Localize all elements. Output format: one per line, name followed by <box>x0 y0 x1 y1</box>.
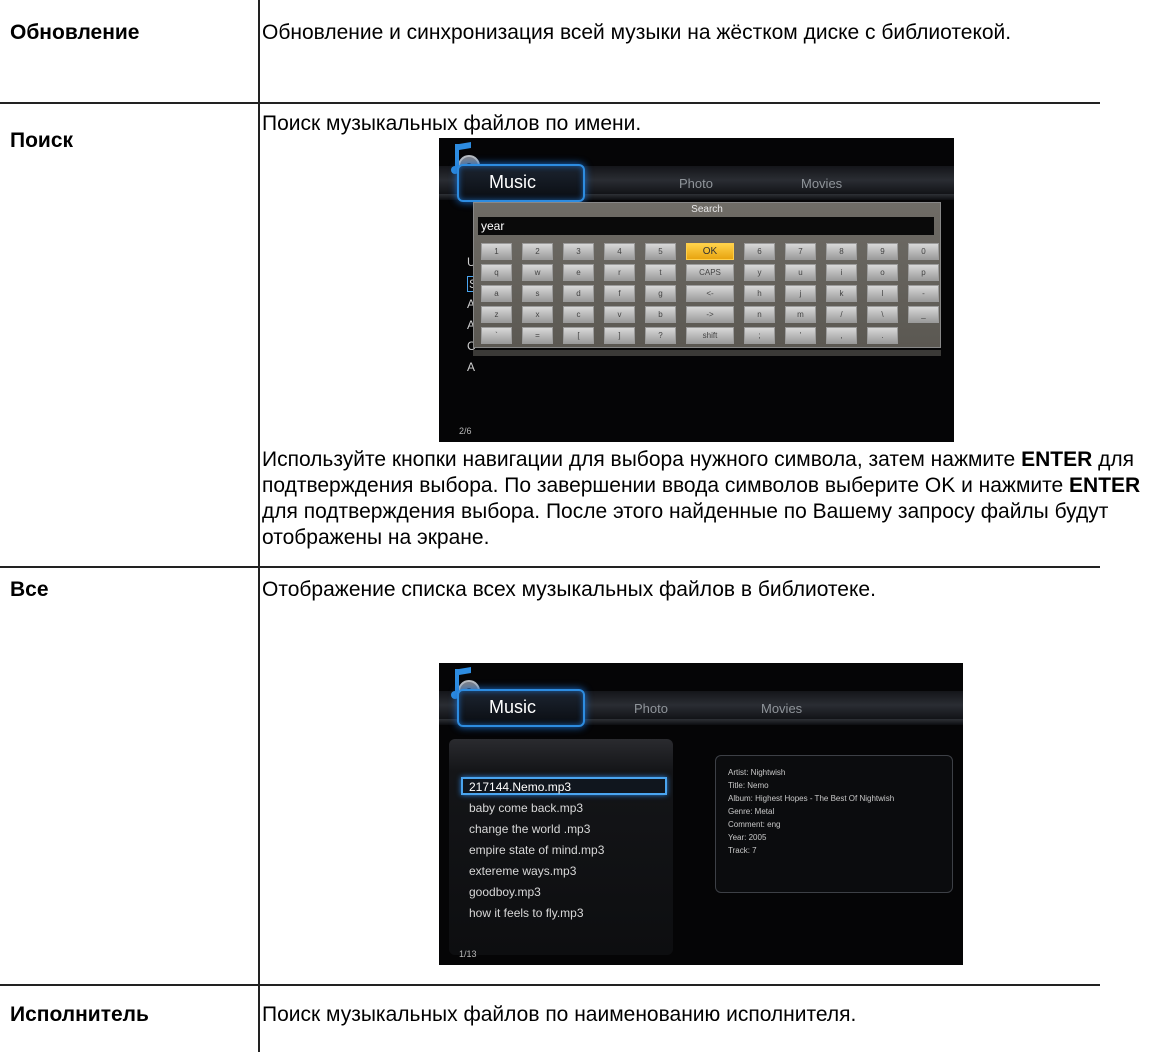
keyboard-key[interactable]: l <box>867 285 898 302</box>
keyboard-key[interactable]: ; <box>744 327 775 344</box>
tab-movies[interactable]: Movies <box>801 176 842 191</box>
keyboard-key[interactable]: f <box>604 285 635 302</box>
keyboard-key[interactable]: [ <box>563 327 594 344</box>
keyboard-key[interactable]: <- <box>686 285 734 302</box>
keyboard-key[interactable]: i <box>826 264 857 281</box>
desc-update: Обновление и синхронизация всей музыки н… <box>262 21 1012 44</box>
keyboard-key[interactable]: 8 <box>826 243 857 260</box>
keyboard-key[interactable]: ? <box>645 327 676 344</box>
list-item[interactable]: extereme ways.mp3 <box>469 864 576 878</box>
keyboard-key[interactable]: ' <box>785 327 816 344</box>
track-info-line: Year: 2005 <box>728 833 767 842</box>
keyboard-key[interactable]: p <box>908 264 939 281</box>
keyboard-key[interactable]: = <box>522 327 553 344</box>
desc-search: Поиск музыкальных файлов по имени. <box>262 112 642 135</box>
keyboard-key[interactable]: . <box>867 327 898 344</box>
track-info-line: Artist: Nightwish <box>728 768 786 777</box>
enter-key-label: ENTER <box>1021 448 1093 471</box>
search-input[interactable]: year <box>478 217 934 235</box>
list-item[interactable]: baby come back.mp3 <box>469 801 583 815</box>
search-instructions: Используйте кнопки навигации для выбора … <box>262 448 1141 549</box>
tab-movies[interactable]: Movies <box>761 701 802 716</box>
keyboard-key[interactable]: n <box>744 306 775 323</box>
keyboard-key[interactable]: u <box>785 264 816 281</box>
keyboard-key[interactable]: ` <box>481 327 512 344</box>
term-artist: Исполнитель <box>10 1003 149 1026</box>
keyboard-key[interactable]: -> <box>686 306 734 323</box>
keyboard-key[interactable]: h <box>744 285 775 302</box>
track-info-line: Comment: eng <box>728 820 781 829</box>
enter-key-label: ENTER <box>1069 474 1141 497</box>
keyboard-key[interactable]: d <box>563 285 594 302</box>
table-column-divider <box>258 0 260 1052</box>
keyboard-key[interactable]: g <box>645 285 676 302</box>
search-screenshot: Music Photo Movies USAACA Search year 12… <box>439 138 954 442</box>
keyboard-key[interactable]: OK <box>686 243 734 260</box>
term-search: Поиск <box>10 129 74 152</box>
search-keyboard: Search year 1 2 3 4 5 OK 6 7 8 9 0 q w e r t CAPS y u i o p a s… <box>473 202 941 348</box>
page-indicator: 1/13 <box>459 949 477 959</box>
keyboard-key[interactable]: v <box>604 306 635 323</box>
keyboard-key[interactable]: s <box>522 285 553 302</box>
search-title: Search <box>691 204 723 215</box>
list-item[interactable]: 217144.Nemo.mp3 <box>469 780 571 794</box>
keyboard-key[interactable]: b <box>645 306 676 323</box>
keyboard-key[interactable]: k <box>826 285 857 302</box>
all-files-screenshot: Music Photo Movies 217144.Nemo.mp3 baby c… <box>439 663 963 965</box>
track-info-panel: Artist: Nightwish Title: Nemo Album: Highe… <box>715 755 953 893</box>
keyboard-key[interactable]: ] <box>604 327 635 344</box>
keyboard-key[interactable]: j <box>785 285 816 302</box>
track-info-line: Album: Highest Hopes - The Best Of Night… <box>728 794 895 803</box>
keyboard-key[interactable]: w <box>522 264 553 281</box>
keyboard-key[interactable]: 1 <box>481 243 512 260</box>
tab-photo[interactable]: Photo <box>679 176 713 191</box>
keyboard-key[interactable]: _ <box>908 306 939 323</box>
keyboard-key[interactable]: , <box>826 327 857 344</box>
keyboard-key[interactable]: 3 <box>563 243 594 260</box>
tab-music[interactable]: Music <box>457 689 585 727</box>
keyboard-key[interactable]: 5 <box>645 243 676 260</box>
keyboard-key[interactable]: a <box>481 285 512 302</box>
keyboard-key[interactable]: q <box>481 264 512 281</box>
keyboard-key[interactable]: 0 <box>908 243 939 260</box>
keyboard-key[interactable]: r <box>604 264 635 281</box>
term-update: Обновление <box>10 21 140 44</box>
tab-photo[interactable]: Photo <box>634 701 668 716</box>
track-info-line: Title: Nemo <box>728 781 769 790</box>
keyboard-key[interactable]: x <box>522 306 553 323</box>
list-item[interactable]: empire state of mind.mp3 <box>469 843 604 857</box>
keyboard-key[interactable]: 9 <box>867 243 898 260</box>
list-item[interactable]: how it feels to fly.mp3 <box>469 906 584 920</box>
list-item-fragment: A <box>467 360 476 374</box>
keyboard-key[interactable]: shift <box>686 327 734 344</box>
keyboard-key[interactable]: t <box>645 264 676 281</box>
list-item[interactable]: goodboy.mp3 <box>469 885 541 899</box>
keyboard-key[interactable]: \ <box>867 306 898 323</box>
track-info-line: Genre: Metal <box>728 807 775 816</box>
keyboard-key[interactable]: y <box>744 264 775 281</box>
page-indicator: 2/6 <box>459 426 472 436</box>
desc-artist: Поиск музыкальных файлов по наименованию… <box>262 1003 857 1026</box>
row-divider <box>0 102 1100 104</box>
keyboard-key[interactable]: 7 <box>785 243 816 260</box>
track-info-line: Track: 7 <box>728 846 757 855</box>
keyboard-key[interactable]: o <box>867 264 898 281</box>
term-all: Все <box>10 578 49 601</box>
keyboard-key[interactable]: / <box>826 306 857 323</box>
keyboard-key[interactable]: 4 <box>604 243 635 260</box>
desc-all: Отображение списка всех музыкальных файл… <box>262 578 876 601</box>
row-divider <box>0 566 1100 568</box>
keyboard-key[interactable]: c <box>563 306 594 323</box>
document-page: Обновление Обновление и синхронизация вс… <box>0 0 1151 1052</box>
tab-music[interactable]: Music <box>457 164 585 202</box>
row-divider <box>0 984 1100 986</box>
keyboard-key[interactable]: 2 <box>522 243 553 260</box>
keyboard-key[interactable]: m <box>785 306 816 323</box>
keyboard-key[interactable]: e <box>563 264 594 281</box>
list-item[interactable]: change the world .mp3 <box>469 822 590 836</box>
keyboard-key[interactable]: CAPS <box>686 264 734 281</box>
keyboard-key[interactable]: z <box>481 306 512 323</box>
keyboard-key[interactable]: - <box>908 285 939 302</box>
keyboard-key[interactable]: 6 <box>744 243 775 260</box>
